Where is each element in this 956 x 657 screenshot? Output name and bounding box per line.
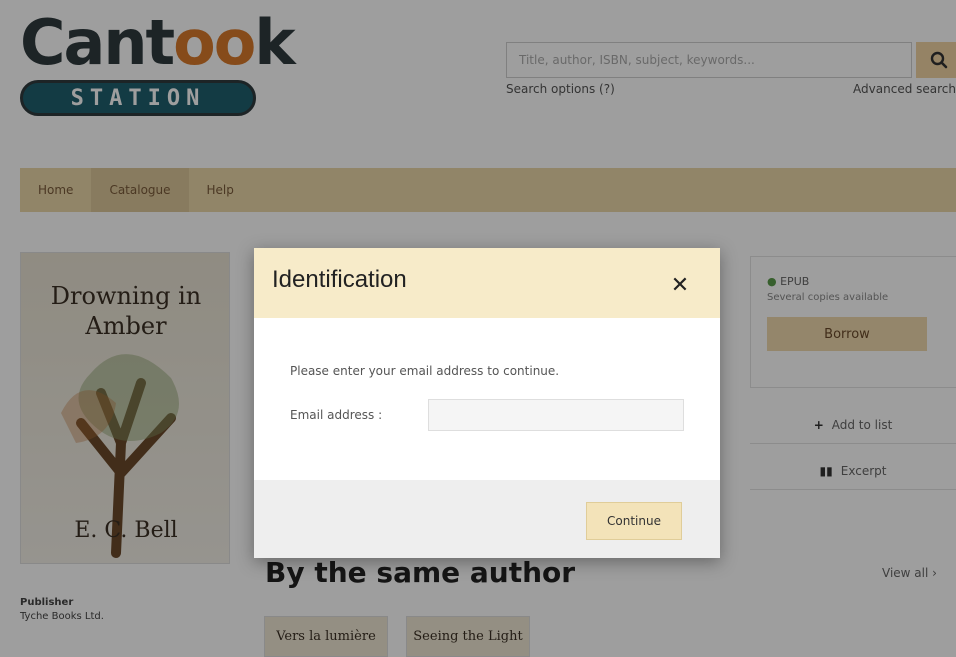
- dialog-title: Identification: [272, 266, 407, 293]
- email-field[interactable]: [428, 399, 684, 431]
- identification-dialog: Identification ✕ Please enter your email…: [254, 248, 720, 558]
- dialog-body: Please enter your email address to conti…: [254, 318, 720, 480]
- continue-button[interactable]: Continue: [586, 502, 682, 540]
- dialog-footer: Continue: [254, 480, 720, 558]
- dialog-message: Please enter your email address to conti…: [290, 364, 560, 378]
- email-label: Email address :: [290, 408, 383, 422]
- close-icon[interactable]: ✕: [667, 272, 693, 298]
- dialog-header: Identification ✕: [254, 248, 720, 318]
